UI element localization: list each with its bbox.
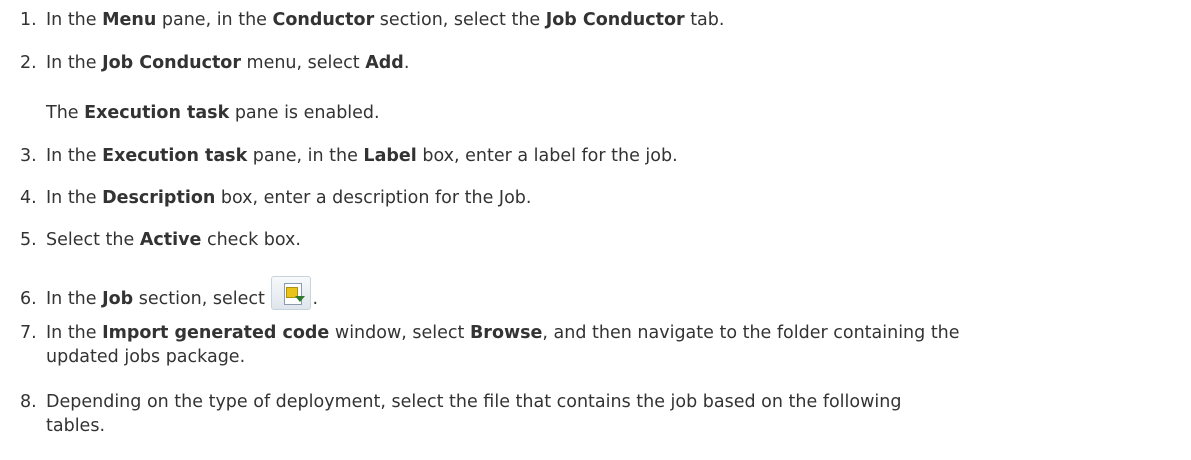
step-8: 8. Depending on the type of deployment, s…: [20, 392, 902, 436]
ui-term-execution-task: Execution task: [102, 146, 248, 166]
ui-term-execution-task: Execution task: [84, 103, 230, 123]
ui-term-active: Active: [139, 230, 202, 250]
step-number: 7.: [20, 323, 37, 343]
step-2: 2. In the Job Conductor menu, select Add.: [20, 53, 410, 73]
step-1: 1. In the Menu pane, in the Conductor sec…: [20, 10, 725, 30]
ui-term-label: Label: [363, 146, 417, 166]
instruction-document: 1. In the Menu pane, in the Conductor sec…: [0, 0, 1191, 460]
ui-term-import-generated-code: Import generated code: [102, 323, 330, 343]
step-2-note: The Execution task pane is enabled.: [46, 103, 380, 123]
ui-term-browse: Browse: [469, 323, 543, 343]
step-number: 3.: [20, 146, 37, 166]
step-number: 4.: [20, 188, 37, 208]
step-6: 6. In the Job section, select .: [20, 276, 1181, 311]
step-number: 5.: [20, 230, 37, 250]
import-code-icon: [271, 276, 312, 310]
step-number: 2.: [20, 53, 37, 73]
step-number: 8.: [20, 392, 37, 412]
ui-term-conductor: Conductor: [272, 10, 375, 30]
step-number: 6.: [20, 289, 37, 309]
ui-term-job-conductor: Job Conductor: [102, 53, 241, 73]
step-5: 5. Select the Active check box.: [20, 230, 301, 250]
step-4: 4. In the Description box, enter a descri…: [20, 188, 532, 208]
ui-term-job: Job: [102, 289, 134, 309]
step-3: 3. In the Execution task pane, in the Lab…: [20, 146, 678, 166]
ui-term-job-conductor: Job Conductor: [545, 10, 685, 30]
ui-term-menu: Menu: [102, 10, 157, 30]
step-7: 7. In the Import generated code window, s…: [20, 323, 960, 367]
step-number: 1.: [20, 10, 37, 30]
ui-term-description: Description: [102, 188, 216, 208]
ui-term-add: Add: [365, 53, 404, 73]
